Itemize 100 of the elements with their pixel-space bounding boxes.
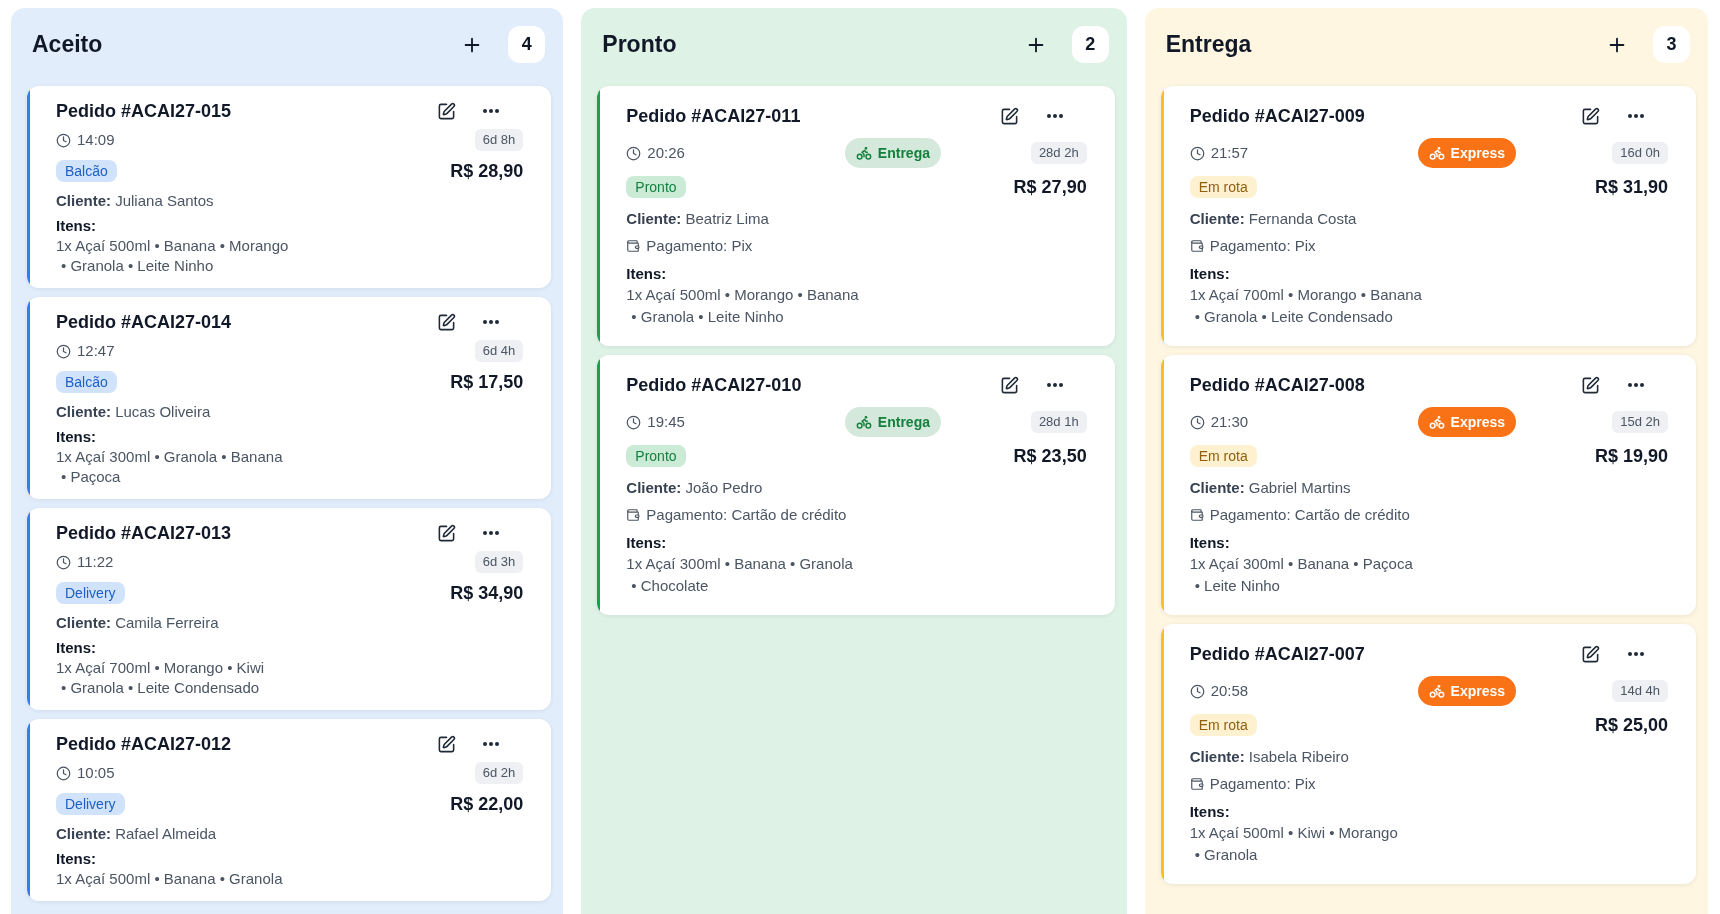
bicycle-icon [1428, 145, 1445, 161]
order-price: R$ 23,50 [1013, 444, 1087, 468]
ellipsis-icon [1046, 383, 1063, 387]
payment-text: Pagamento: Cartão de crédito [646, 505, 847, 525]
items-text: 1x Açaí 300ml • Granola • Banana [56, 447, 283, 467]
pencil-square-icon [436, 101, 456, 121]
items-text: • Granola • Leite Condensado [61, 678, 260, 698]
order-title: Pedido #ACAI27-012 [56, 732, 232, 756]
pencil-square-icon [1000, 106, 1020, 126]
items-text: 1x Açaí 500ml • Kiwi • Morango [1189, 823, 1398, 843]
column-title: Aceito [32, 30, 103, 60]
pencil-square-icon [436, 734, 456, 754]
items-label: Itens: [626, 264, 667, 284]
order-price: R$ 22,00 [450, 792, 524, 816]
payment-text: Pagamento: Pix [1209, 236, 1316, 256]
ellipsis-icon [1628, 114, 1644, 118]
age-badge: 6d 4h [474, 340, 524, 362]
clock-icon [1189, 145, 1205, 161]
order-price: R$ 17,50 [450, 370, 524, 394]
age-badge: 6d 3h [474, 551, 524, 573]
items-label: Itens: [1189, 802, 1230, 822]
order-title: Pedido #ACAI27-008 [1189, 373, 1365, 397]
payment-text: Pagamento: Pix [1209, 774, 1316, 794]
status-badge: Pronto [626, 445, 686, 467]
ellipsis-icon [483, 109, 500, 113]
order-price: R$ 34,90 [450, 581, 524, 605]
delivery-badge: Express [1417, 407, 1517, 437]
count-badge: 4 [508, 26, 546, 63]
bicycle-icon [855, 145, 872, 161]
items-text: • Granola • Leite Condensado [1194, 307, 1393, 327]
items-label: Itens: [56, 216, 96, 236]
client-text: Cliente: Fernanda Costa [1189, 209, 1357, 229]
status-badge: Pronto [626, 176, 686, 198]
count-badge: 3 [1653, 26, 1690, 63]
clock-icon [1189, 683, 1205, 699]
age-badge: 28d 1h [1030, 411, 1087, 433]
order-title: Pedido #ACAI27-010 [626, 373, 802, 397]
clock-icon [626, 145, 642, 161]
items-label: Itens: [56, 849, 96, 869]
status-badge: Delivery [56, 582, 125, 604]
bicycle-icon [1428, 414, 1445, 430]
pencil-square-icon [1581, 644, 1601, 664]
order-title: Pedido #ACAI27-014 [56, 310, 232, 334]
items-text: 1x Açaí 300ml • Banana • Granola [626, 554, 853, 574]
status-badge: Em rota [1189, 176, 1257, 198]
ellipsis-icon [1628, 383, 1644, 387]
client-text: Cliente: Juliana Santos [56, 191, 214, 211]
items-text: 1x Açaí 700ml • Morango • Banana [1189, 285, 1422, 305]
order-time: 14:09 [77, 129, 115, 150]
order-time: 12:47 [77, 340, 115, 361]
order-time: 19:45 [647, 411, 685, 432]
column-title: Entrega [1165, 30, 1252, 60]
order-price: R$ 25,00 [1594, 713, 1668, 737]
order-price: R$ 28,90 [450, 159, 524, 183]
client-text: Cliente: João Pedro [626, 478, 763, 498]
order-title: Pedido #ACAI27-009 [1189, 104, 1365, 128]
items-text: • Granola [1194, 845, 1258, 865]
bicycle-icon [1428, 683, 1445, 699]
bicycle-icon [855, 414, 872, 430]
delivery-badge: Express [1417, 676, 1517, 706]
pencil-square-icon [436, 523, 456, 543]
items-label: Itens: [1189, 533, 1230, 553]
ellipsis-icon [483, 531, 500, 535]
order-time: 10:05 [77, 762, 115, 783]
items-text: 1x Açaí 500ml • Morango • Banana [626, 285, 859, 305]
order-time: 11:22 [77, 551, 114, 572]
order-time: 20:58 [1210, 680, 1249, 701]
items-text: 1x Açaí 700ml • Morango • Kiwi [56, 658, 265, 678]
age-badge: 16d 0h [1612, 142, 1668, 164]
count-badge: 2 [1071, 26, 1109, 63]
items-label: Itens: [626, 533, 667, 553]
order-time: 21:57 [1210, 142, 1249, 163]
delivery-badge: Express [1417, 138, 1517, 168]
items-label: Itens: [56, 638, 96, 658]
order-title: Pedido #ACAI27-013 [56, 521, 232, 545]
items-label: Itens: [1189, 264, 1230, 284]
wallet-icon [1189, 777, 1204, 791]
pencil-square-icon [1000, 375, 1020, 395]
order-price: R$ 27,90 [1013, 175, 1087, 199]
items-text: 1x Açaí 500ml • Banana • Morango [56, 236, 289, 256]
order-title: Pedido #ACAI27-011 [626, 104, 801, 128]
delivery-badge: Entrega [844, 407, 941, 437]
clock-icon [56, 132, 71, 148]
clock-icon [56, 765, 71, 781]
wallet-icon [626, 239, 641, 253]
ellipsis-icon [483, 742, 500, 746]
status-badge: Balcão [56, 160, 117, 182]
payment-text: Pagamento: Cartão de crédito [1209, 505, 1410, 525]
status-badge: Em rota [1189, 445, 1257, 467]
client-text: Cliente: Camila Ferreira [56, 613, 219, 633]
wallet-icon [1189, 239, 1204, 253]
items-text: • Paçoca [61, 467, 121, 487]
clock-icon [56, 343, 71, 359]
clock-icon [56, 554, 71, 570]
items-text: 1x Açaí 500ml • Banana • Granola [56, 869, 283, 889]
items-text: • Chocolate [631, 576, 709, 596]
client-text: Cliente: Lucas Oliveira [56, 402, 211, 422]
items-label: Itens: [56, 427, 96, 447]
pencil-square-icon [436, 312, 456, 332]
items-text: • Leite Ninho [1194, 576, 1280, 596]
